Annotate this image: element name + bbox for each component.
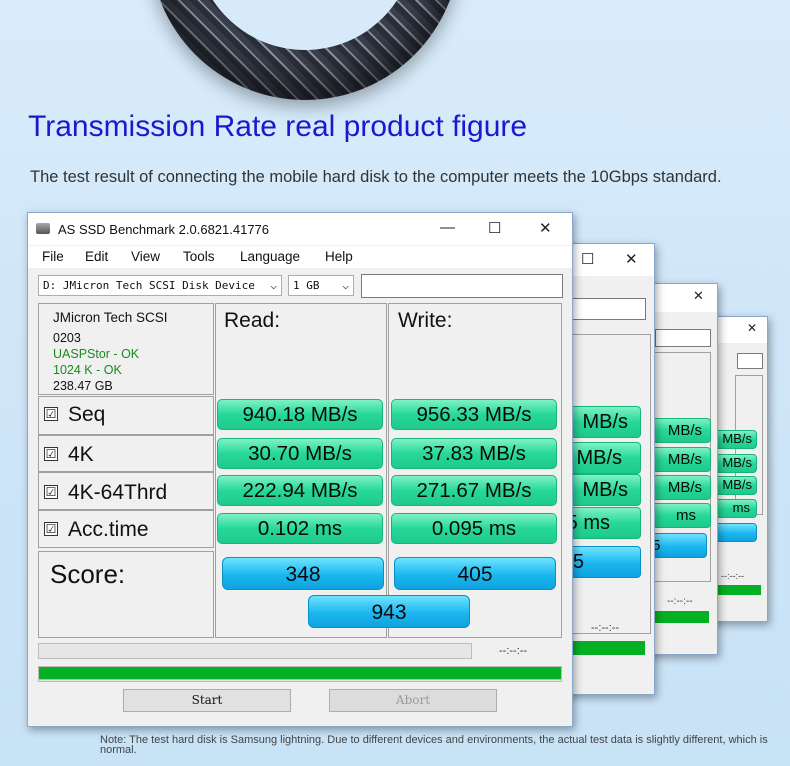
menu-help[interactable]: Help bbox=[325, 249, 353, 264]
4k64-checkbox[interactable]: ☑ bbox=[44, 485, 58, 499]
status-textbox[interactable] bbox=[361, 274, 563, 298]
device-capacity: 238.47 GB bbox=[53, 379, 113, 393]
score-write-value: 405 bbox=[394, 557, 556, 590]
seq-label: Seq bbox=[68, 403, 106, 426]
abort-button[interactable]: Abort bbox=[329, 689, 497, 712]
acc-write-value: ms bbox=[651, 503, 711, 528]
drive-select-value: D: JMicron Tech SCSI Disk Device bbox=[43, 279, 255, 292]
menu-file[interactable]: File bbox=[42, 249, 64, 264]
score-read-value: 348 bbox=[222, 557, 384, 590]
4k-label: 4K bbox=[68, 443, 94, 466]
close-button[interactable]: ✕ bbox=[625, 250, 638, 268]
menu-view[interactable]: View bbox=[131, 249, 160, 264]
device-name: JMicron Tech SCSI bbox=[53, 310, 168, 325]
start-button[interactable]: Start bbox=[123, 689, 291, 712]
4k-write-value: MB/s bbox=[561, 442, 641, 474]
4k-read-value: 30.70 MB/s bbox=[217, 438, 383, 469]
4k64-label: 4K-64Thrd bbox=[68, 481, 168, 504]
status-textbox bbox=[655, 329, 711, 347]
page-heading: Transmission Rate real product figure bbox=[28, 110, 528, 143]
acc-write-value: 0.095 ms bbox=[391, 513, 557, 544]
4k-checkbox[interactable]: ☑ bbox=[44, 447, 58, 461]
read-header: Read: bbox=[224, 309, 281, 332]
acc-write-value: 5 ms bbox=[561, 507, 641, 539]
timer-label: --:--:-- bbox=[499, 645, 528, 657]
4k64-write-value: MB/s bbox=[651, 475, 711, 500]
maximize-button[interactable]: ☐ bbox=[488, 219, 501, 237]
benchmark-window-main: AS SSD Benchmark 2.0.6821.41776 — ☐ ✕ Fi… bbox=[27, 212, 573, 727]
title-bar: AS SSD Benchmark 2.0.6821.41776 — ☐ ✕ bbox=[28, 213, 572, 245]
footnote: Note: The test hard disk is Samsung ligh… bbox=[100, 734, 768, 756]
seq-checkbox[interactable]: ☑ bbox=[44, 407, 58, 421]
row-seq-label-cell bbox=[38, 396, 214, 435]
size-select-value: 1 GB bbox=[293, 279, 320, 292]
4k64-write-value: MB/s bbox=[561, 474, 641, 506]
score-total-value: 943 bbox=[308, 595, 470, 628]
write-header: Write: bbox=[398, 309, 453, 332]
maximize-button[interactable]: ☐ bbox=[581, 250, 594, 268]
timer-label: --:--:-- bbox=[591, 622, 620, 634]
page-subheading: The test result of connecting the mobile… bbox=[30, 168, 722, 186]
acc-label: Acc.time bbox=[68, 518, 149, 541]
menu-tools[interactable]: Tools bbox=[183, 249, 215, 264]
size-select[interactable]: 1 GB ⌵ bbox=[288, 275, 354, 296]
chevron-down-icon: ⌵ bbox=[342, 279, 349, 292]
minimize-button[interactable]: — bbox=[440, 219, 455, 236]
close-button[interactable]: ✕ bbox=[693, 288, 704, 304]
device-firmware: 0203 bbox=[53, 331, 81, 345]
4k64-write-value: 271.67 MB/s bbox=[391, 475, 557, 506]
window-title: AS SSD Benchmark 2.0.6821.41776 bbox=[58, 222, 270, 237]
progress-bar-total bbox=[38, 666, 562, 680]
progress-bar-top bbox=[38, 643, 472, 659]
acc-read-value: 0.102 ms bbox=[217, 513, 383, 544]
score-label: Score: bbox=[50, 559, 126, 589]
seq-read-value: 940.18 MB/s bbox=[217, 399, 383, 430]
timer-label: --:--:-- bbox=[721, 571, 744, 581]
close-button[interactable]: ✕ bbox=[747, 321, 757, 335]
score-write-value: 5 bbox=[561, 546, 641, 578]
close-button[interactable]: ✕ bbox=[539, 219, 552, 237]
status-textbox bbox=[571, 298, 646, 320]
timer-label: --:--:-- bbox=[667, 596, 693, 607]
chevron-down-icon: ⌵ bbox=[270, 279, 277, 292]
drive-select[interactable]: D: JMicron Tech SCSI Disk Device ⌵ bbox=[38, 275, 282, 296]
acc-checkbox[interactable]: ☑ bbox=[44, 522, 58, 536]
device-driver: UASPStor - OK bbox=[53, 347, 140, 361]
4k-write-value: MB/s bbox=[651, 447, 711, 472]
device-info-panel: JMicron Tech SCSI 0203 UASPStor - OK 102… bbox=[38, 303, 214, 395]
4k-write-value: 37.83 MB/s bbox=[391, 438, 557, 469]
4k64-read-value: 222.94 MB/s bbox=[217, 475, 383, 506]
progress-bar bbox=[649, 611, 709, 623]
menu-edit[interactable]: Edit bbox=[85, 249, 108, 264]
seq-write-value: MB/s bbox=[651, 418, 711, 443]
status-textbox bbox=[737, 353, 763, 369]
seq-write-value: 956.33 MB/s bbox=[391, 399, 557, 430]
menu-bar: File Edit View Tools Language Help bbox=[28, 246, 572, 268]
device-alignment: 1024 K - OK bbox=[53, 363, 122, 377]
drive-icon bbox=[36, 223, 50, 234]
seq-write-value: MB/s bbox=[561, 406, 641, 438]
menu-language[interactable]: Language bbox=[240, 249, 300, 264]
score-write-value: 5 bbox=[651, 533, 707, 558]
row-4k-label-cell bbox=[38, 435, 214, 472]
